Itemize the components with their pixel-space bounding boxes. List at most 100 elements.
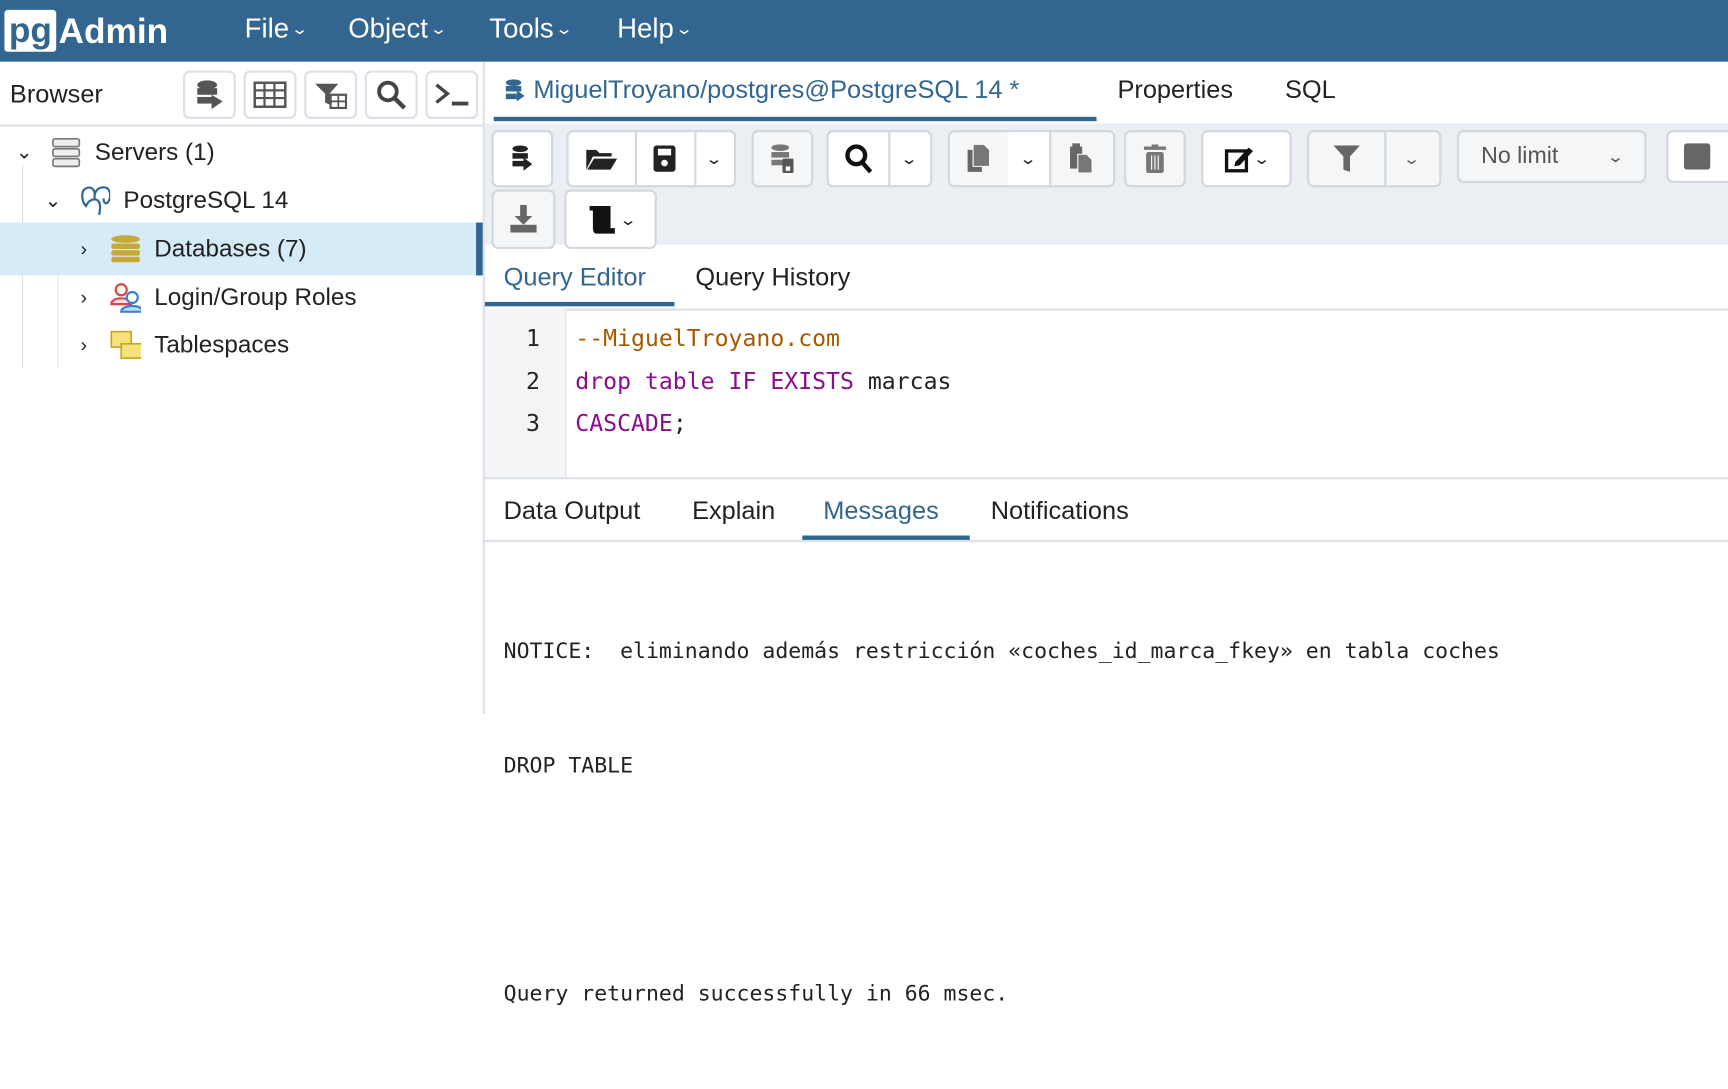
- tree-item-login-group-roles[interactable]: › Login/Group Roles: [0, 273, 483, 321]
- tab-properties[interactable]: Properties: [1117, 75, 1233, 105]
- query-tool-button[interactable]: [182, 70, 236, 119]
- tab-label: MiguelTroyano/postgres@PostgreSQL 14 *: [533, 74, 1020, 104]
- menu-label: File: [244, 13, 290, 45]
- tablespaces-icon: [110, 329, 142, 360]
- copy-button-group: ⌄: [947, 130, 1116, 188]
- message-line: [504, 861, 1500, 899]
- logo-admin: Admin: [58, 10, 169, 51]
- copy-button[interactable]: [950, 132, 1010, 186]
- tab-sql[interactable]: SQL: [1285, 75, 1336, 105]
- sql-keyword: CASCADE: [575, 409, 673, 437]
- stop-button[interactable]: [1666, 130, 1728, 183]
- query-editor-tabs: Query Editor Query History: [484, 245, 1728, 311]
- row-limit-select[interactable]: No limit ⌄: [1456, 130, 1647, 183]
- message-line: Query returned successfully in 66 msec.: [503, 980, 1009, 1006]
- chevron-right-icon[interactable]: ›: [73, 333, 95, 356]
- menu-tools[interactable]: Tools ⌄: [489, 13, 573, 45]
- chevron-right-icon[interactable]: ›: [73, 237, 95, 260]
- pgadmin-logo: pg Admin: [4, 9, 168, 53]
- chevron-down-icon: ⌄: [675, 19, 694, 38]
- paste-button[interactable]: [1049, 132, 1113, 185]
- logo-pg: pg: [4, 9, 57, 52]
- chevron-down-icon: ⌄: [290, 19, 309, 38]
- view-data-button[interactable]: [243, 70, 297, 119]
- active-tab-indicator: [493, 116, 1097, 122]
- trash-icon: [1143, 144, 1166, 173]
- panel-tabs: MiguelTroyano/postgres@PostgreSQL 14 * P…: [485, 62, 1728, 124]
- save-data-changes-button[interactable]: [751, 130, 814, 188]
- save-file-button[interactable]: [635, 132, 697, 186]
- roles-icon: [110, 282, 142, 313]
- tab-data-output[interactable]: Data Output: [504, 496, 641, 526]
- search-icon: [845, 144, 873, 174]
- search-objects-button[interactable]: [364, 70, 418, 119]
- find-button[interactable]: [829, 132, 891, 186]
- find-options-dropdown[interactable]: ⌄: [888, 132, 930, 185]
- chevron-down-icon: ⌄: [619, 209, 638, 228]
- code-line: CASCADE;: [575, 410, 686, 436]
- tree-item-postgresql-14[interactable]: ⌄ PostgreSQL 14: [0, 176, 483, 224]
- filter-button[interactable]: [1309, 132, 1387, 186]
- tree-item-label: Servers (1): [94, 137, 215, 166]
- tree-item-tablespaces[interactable]: › Tablespaces: [0, 321, 483, 369]
- line-number: 1: [526, 325, 540, 352]
- tab-messages[interactable]: Messages: [823, 496, 939, 526]
- tree-item-label: Login/Group Roles: [154, 283, 357, 311]
- chevron-down-icon: ⌄: [1606, 147, 1625, 165]
- save-options-dropdown[interactable]: ⌄: [694, 132, 734, 185]
- chevron-right-icon[interactable]: ›: [73, 286, 95, 309]
- terminal-icon: [435, 83, 469, 106]
- folder-open-icon: [586, 149, 618, 170]
- sql-keyword: drop table IF EXISTS: [575, 368, 854, 395]
- chevron-down-icon: ⌄: [1402, 149, 1421, 167]
- tree-item-label: Databases (7): [154, 234, 307, 263]
- tab-explain[interactable]: Explain: [692, 496, 775, 526]
- table-icon: [253, 81, 287, 108]
- divider: [0, 124, 483, 127]
- tree-item-databases[interactable]: › Databases (7): [0, 222, 483, 276]
- tab-query-editor[interactable]: Query Editor: [504, 262, 646, 292]
- query-tool-icon: [505, 78, 525, 101]
- tab-query-tool[interactable]: MiguelTroyano/postgres@PostgreSQL 14 *: [505, 75, 1020, 105]
- filter-icon: [1333, 145, 1360, 172]
- menu-file[interactable]: File ⌄: [244, 13, 309, 45]
- execute-options-button[interactable]: [491, 130, 554, 188]
- row-limit-value: No limit: [1481, 143, 1559, 169]
- filter-options-dropdown[interactable]: ⌄: [1384, 132, 1439, 185]
- sql-editor[interactable]: 1 2 3 --MiguelTroyano.com drop table IF …: [484, 308, 1728, 480]
- result-tabs: Data Output Explain Messages Notificatio…: [484, 479, 1728, 543]
- edit-button[interactable]: ⌄: [1201, 130, 1292, 188]
- filter-button-group: ⌄: [1307, 130, 1442, 188]
- copy-options-dropdown[interactable]: ⌄: [1007, 132, 1052, 186]
- active-tab-indicator: [802, 535, 970, 540]
- browser-title: Browser: [9, 79, 103, 108]
- database-run-icon: [512, 145, 533, 171]
- download-button[interactable]: [491, 189, 556, 250]
- filter-table-icon: [315, 83, 348, 110]
- postgresql-elephant-icon: [79, 185, 111, 216]
- macros-button[interactable]: ⌄: [564, 189, 657, 250]
- psql-tool-button[interactable]: [425, 70, 479, 119]
- menu-help[interactable]: Help ⌄: [617, 13, 694, 45]
- filtered-rows-button[interactable]: [304, 70, 358, 119]
- tree-item-label: PostgreSQL 14: [123, 186, 289, 214]
- chevron-down-icon: ⌄: [1019, 149, 1038, 167]
- query-tool-icon: [197, 80, 223, 110]
- menu-label: Tools: [489, 13, 554, 45]
- chevron-down-icon[interactable]: ⌄: [13, 140, 35, 163]
- code-line: --MiguelTroyano.com: [575, 325, 840, 351]
- tab-query-history[interactable]: Query History: [695, 262, 850, 292]
- open-file-button[interactable]: [569, 132, 637, 186]
- menu-object[interactable]: Object ⌄: [348, 13, 448, 45]
- menu-label: Help: [617, 13, 674, 45]
- active-tab-indicator: [484, 301, 675, 307]
- stop-icon: [1683, 143, 1711, 170]
- tree-item-servers[interactable]: ⌄ Servers (1): [0, 128, 483, 176]
- delete-button[interactable]: [1124, 130, 1186, 188]
- copy-icon: [967, 143, 991, 172]
- save-icon: [653, 145, 676, 172]
- chevron-down-icon[interactable]: ⌄: [42, 189, 64, 212]
- find-button-group: ⌄: [826, 130, 933, 188]
- code-line: drop table IF EXISTS marcas: [575, 368, 951, 394]
- tab-notifications[interactable]: Notifications: [991, 496, 1129, 526]
